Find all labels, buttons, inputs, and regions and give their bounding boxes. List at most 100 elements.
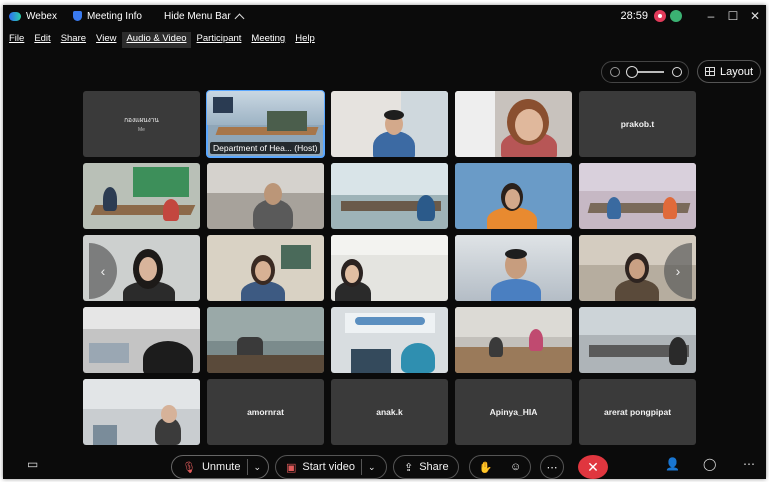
divider bbox=[361, 459, 362, 475]
tile-me-name: กองแผนงาน bbox=[124, 117, 159, 124]
chevron-down-icon[interactable]: ⌄ bbox=[254, 462, 262, 473]
tile-video-5[interactable] bbox=[331, 163, 448, 229]
ceiling bbox=[83, 307, 200, 329]
menu-meeting[interactable]: Meeting bbox=[247, 32, 289, 48]
tile-video-4[interactable] bbox=[207, 163, 324, 229]
person-face bbox=[139, 257, 157, 281]
close-button[interactable]: ✕ bbox=[744, 9, 766, 23]
menu-view[interactable]: View bbox=[92, 32, 120, 48]
webex-window: Webex Meeting Info Hide Menu Bar 28:59 –… bbox=[3, 5, 766, 479]
tile-video-16[interactable] bbox=[455, 307, 572, 373]
participants-icon[interactable]: 👤 bbox=[665, 457, 680, 471]
app-title: Webex bbox=[9, 11, 57, 22]
monitor bbox=[93, 425, 117, 445]
person-face bbox=[515, 109, 543, 141]
tile-arerat[interactable]: arerat pongpipat bbox=[579, 379, 696, 445]
zoom-out-icon[interactable] bbox=[610, 67, 620, 77]
zoom-track[interactable] bbox=[626, 66, 664, 78]
app-name: Webex bbox=[26, 10, 57, 22]
share-label: Share bbox=[419, 461, 449, 473]
tile-host[interactable]: Department of Hea... (Host) bbox=[206, 90, 325, 158]
menu-participant[interactable]: Participant bbox=[193, 32, 246, 48]
captions-icon[interactable]: ▭ bbox=[27, 457, 38, 471]
tile-me-label: Me bbox=[138, 127, 145, 133]
monitor bbox=[351, 349, 391, 373]
raise-hand-icon[interactable]: ✋ bbox=[479, 461, 493, 474]
tile-video-11[interactable] bbox=[455, 235, 572, 301]
host-label: Department of Hea... (Host) bbox=[210, 142, 321, 154]
leave-meeting-button[interactable]: ✕ bbox=[578, 455, 608, 479]
tile-video-1[interactable] bbox=[331, 91, 448, 157]
tile-video-17[interactable] bbox=[579, 307, 696, 373]
unmute-button[interactable]: 🎙 Unmute ⌄ bbox=[171, 455, 269, 479]
start-video-button[interactable]: ▣ Start video ⌄ bbox=[275, 455, 387, 479]
menu-help[interactable]: Help bbox=[291, 32, 319, 48]
tile-video-10[interactable] bbox=[331, 235, 448, 301]
minimize-button[interactable]: – bbox=[700, 9, 722, 23]
person-body bbox=[669, 337, 687, 365]
cabinet bbox=[281, 245, 311, 269]
wall-bg bbox=[455, 307, 572, 337]
meeting-timer: 28:59 bbox=[620, 10, 648, 22]
person-head bbox=[161, 405, 177, 423]
desk bbox=[207, 355, 324, 373]
tile-anak[interactable]: anak.k bbox=[331, 379, 448, 445]
person-body bbox=[489, 337, 503, 357]
person-face bbox=[345, 265, 359, 283]
tile-video-18[interactable] bbox=[83, 379, 200, 445]
emoji-icon[interactable]: ☺ bbox=[510, 461, 521, 473]
chevron-right-icon: › bbox=[675, 263, 681, 279]
meeting-info-label: Meeting Info bbox=[86, 10, 142, 22]
share-button[interactable]: ⇪ Share bbox=[393, 455, 459, 479]
menu-share[interactable]: Share bbox=[57, 32, 90, 48]
shield-icon bbox=[72, 11, 82, 21]
title-bar: Webex Meeting Info Hide Menu Bar 28:59 –… bbox=[3, 5, 766, 27]
tile-arerat-name: arerat pongpipat bbox=[603, 407, 672, 417]
menu-edit[interactable]: Edit bbox=[30, 32, 54, 48]
unmute-label: Unmute bbox=[201, 461, 241, 473]
hide-menu-bar-button[interactable]: Hide Menu Bar bbox=[164, 11, 245, 23]
tile-amornrat[interactable]: amornrat bbox=[207, 379, 324, 445]
zoom-slider[interactable] bbox=[601, 61, 689, 83]
more-options-button[interactable]: ⋯ bbox=[540, 455, 564, 479]
person-body bbox=[417, 195, 435, 221]
tile-me[interactable]: กองแผนงาน Me bbox=[83, 91, 200, 157]
person-body bbox=[607, 197, 621, 219]
meeting-info-button[interactable]: Meeting Info bbox=[72, 10, 142, 22]
tile-prakob[interactable]: prakob.t bbox=[579, 91, 696, 157]
zoom-knob[interactable] bbox=[626, 66, 638, 78]
tile-video-6[interactable] bbox=[455, 163, 572, 229]
room-screen bbox=[213, 97, 233, 113]
person-body bbox=[491, 279, 541, 301]
tile-video-14[interactable] bbox=[207, 307, 324, 373]
chat-icon[interactable]: ◯ bbox=[703, 457, 716, 471]
tile-video-2[interactable] bbox=[455, 91, 572, 157]
webex-logo-icon bbox=[9, 11, 21, 21]
menu-file[interactable]: File bbox=[5, 32, 28, 48]
chevron-left-icon: ‹ bbox=[100, 263, 106, 279]
wall-bg bbox=[579, 163, 696, 191]
close-icon: ✕ bbox=[587, 458, 599, 475]
person-body bbox=[103, 187, 117, 211]
tile-apinya[interactable]: Apinya_HIA bbox=[455, 379, 572, 445]
maximize-button[interactable]: ☐ bbox=[722, 9, 744, 23]
tile-video-13[interactable] bbox=[83, 307, 200, 373]
person-head bbox=[264, 183, 282, 205]
room-people bbox=[267, 111, 307, 131]
layout-button[interactable]: Layout bbox=[697, 60, 761, 83]
zoom-in-icon[interactable] bbox=[672, 67, 682, 77]
person-hair bbox=[384, 110, 404, 120]
person-face bbox=[255, 261, 271, 281]
tile-video-9[interactable] bbox=[207, 235, 324, 301]
tile-video-15[interactable] bbox=[331, 307, 448, 373]
recording-icon[interactable] bbox=[654, 10, 666, 22]
status-icon[interactable] bbox=[670, 10, 682, 22]
more-icon[interactable]: ⋯ bbox=[743, 457, 755, 471]
tile-video-3[interactable] bbox=[83, 163, 200, 229]
tile-video-7[interactable] bbox=[579, 163, 696, 229]
menu-audio-video[interactable]: Audio & Video bbox=[122, 32, 191, 48]
window-bg bbox=[83, 379, 200, 409]
chevron-down-icon[interactable]: ⌄ bbox=[368, 462, 376, 473]
start-video-label: Start video bbox=[302, 461, 355, 473]
person-body bbox=[401, 343, 435, 373]
